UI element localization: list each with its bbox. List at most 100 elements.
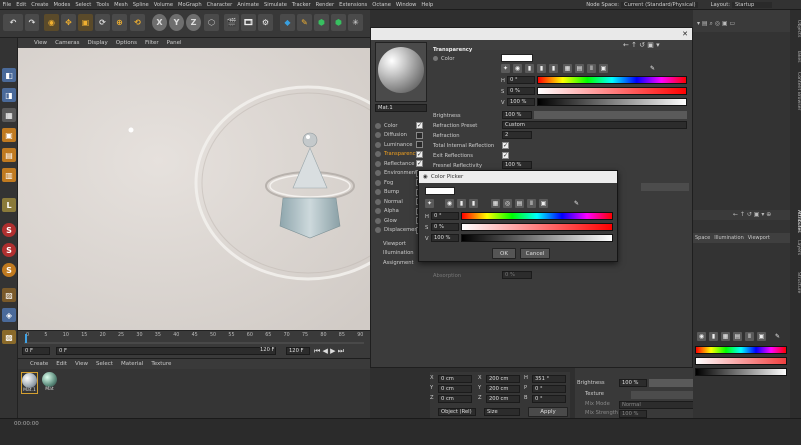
snap-settings-icon[interactable]: S xyxy=(2,243,16,257)
cloner-icon[interactable]: ⬢ xyxy=(331,14,346,31)
menu-window[interactable]: Window xyxy=(393,2,418,8)
apply-button[interactable]: Apply xyxy=(528,407,568,417)
material-editor-titlebar[interactable]: ✕ xyxy=(371,28,692,40)
polygons-mode-icon[interactable]: ▥ xyxy=(2,168,16,182)
vtab-takes[interactable]: Takes xyxy=(790,50,801,63)
render-view-icon[interactable]: 🎬 xyxy=(224,14,239,31)
material-swatch[interactable]: Mat xyxy=(41,372,58,394)
axis-x-button[interactable]: X xyxy=(152,14,167,31)
tab-viewport[interactable]: Viewport xyxy=(746,235,772,241)
menu-octane[interactable]: Octane xyxy=(370,2,394,8)
picker-icon[interactable]: ▣ xyxy=(539,199,548,208)
live-selection-icon[interactable]: ◉ xyxy=(44,14,59,31)
menu-animate[interactable]: Animate xyxy=(235,2,262,8)
absorption-field[interactable]: 0 % xyxy=(502,271,532,279)
brightness-slider[interactable] xyxy=(534,111,687,119)
attr-brightness-field[interactable]: 100 % xyxy=(619,379,647,387)
vtab-content-browser[interactable]: Content Browser xyxy=(790,72,801,110)
hsv-icon[interactable]: ▮ xyxy=(469,199,478,208)
subdivision-icon[interactable]: ⬢ xyxy=(314,14,329,31)
vtab-attributes[interactable]: Attributes xyxy=(790,210,801,233)
viewport-menu-cameras[interactable]: Cameras xyxy=(51,40,83,46)
coord-size-field[interactable]: 200 cm xyxy=(486,395,520,403)
viewport-menu-panel[interactable]: Panel xyxy=(163,40,186,46)
picker-icon[interactable]: ▣ xyxy=(757,332,766,341)
picker-hue-slider[interactable] xyxy=(461,212,613,220)
coord-pos-field[interactable]: 0 cm xyxy=(438,385,472,393)
picker-s-field[interactable]: 0 % xyxy=(431,223,459,231)
material-swatch[interactable]: Mat.1 xyxy=(21,372,38,394)
total-internal-checkbox[interactable]: ✓ xyxy=(502,142,509,149)
spectrum-icon[interactable]: ◉ xyxy=(697,332,706,341)
workplane-icon[interactable]: ▨ xyxy=(2,288,16,302)
picker-value-slider[interactable] xyxy=(461,234,613,242)
right-hue-slider[interactable] xyxy=(695,346,787,354)
rotate-icon[interactable]: ⟳ xyxy=(95,14,110,31)
rgb-icon[interactable]: ▮ xyxy=(709,332,718,341)
layout-select[interactable]: Startup xyxy=(732,1,773,8)
node-space-select[interactable]: Current (Standard/Physical) xyxy=(621,1,699,8)
material-preview[interactable] xyxy=(375,42,427,102)
mm-menu-create[interactable]: Create xyxy=(26,361,52,367)
mm-menu-material[interactable]: Material xyxy=(117,361,147,367)
channel-checkbox[interactable] xyxy=(416,141,423,148)
vtab-layers[interactable]: Layers xyxy=(790,240,801,255)
viewport-menu-filter[interactable]: Filter xyxy=(141,40,163,46)
swatches-icon[interactable]: ▤ xyxy=(575,64,584,73)
render-settings-icon[interactable]: ⚙ xyxy=(258,14,273,31)
kelvin-icon[interactable]: ▮ xyxy=(549,64,558,73)
material-name-field[interactable]: Mat.1 xyxy=(375,104,427,112)
attributes-nav-icon[interactable]: ← ↑ ↺ ▣ ▾ ⊕ xyxy=(733,211,771,218)
s-field[interactable]: 0 % xyxy=(507,87,535,95)
menu-extensions[interactable]: Extensions xyxy=(337,2,370,8)
coord-pos-field[interactable]: 0 cm xyxy=(438,375,472,383)
menu-edit[interactable]: Edit xyxy=(14,2,29,8)
menu-tracker[interactable]: Tracker xyxy=(289,2,313,8)
palette-icon[interactable]: Ⅱ xyxy=(587,64,596,73)
menu-modes[interactable]: Modes xyxy=(51,2,73,8)
tab-illumination[interactable]: Illumination xyxy=(712,235,746,241)
start-frame-field[interactable]: 0 F xyxy=(22,347,50,355)
transform-icon[interactable]: ⟲ xyxy=(130,14,145,31)
palette-icon[interactable]: ▤ xyxy=(515,199,524,208)
menu-volume[interactable]: Volume xyxy=(151,2,175,8)
spectrum-icon[interactable]: ◉ xyxy=(513,64,522,73)
points-mode-icon[interactable]: ▣ xyxy=(2,128,16,142)
v-field[interactable]: 100 % xyxy=(507,98,535,106)
menu-render[interactable]: Render xyxy=(313,2,336,8)
cube-icon[interactable]: ◆ xyxy=(280,14,295,31)
scale-icon[interactable]: ▣ xyxy=(78,14,93,31)
spectrum-icon[interactable]: ◉ xyxy=(445,199,454,208)
refraction-preset-select[interactable]: Custom xyxy=(502,121,687,129)
picker-saturation-slider[interactable] xyxy=(461,223,613,231)
axis-y-button[interactable]: Y xyxy=(169,14,184,31)
coord-rot-field[interactable]: 351 ° xyxy=(532,375,566,383)
attr-mix-strength-field[interactable]: 100 % xyxy=(619,410,647,418)
ok-button[interactable]: OK xyxy=(492,248,516,259)
vtab-structure[interactable]: Structure xyxy=(790,272,801,293)
menu-character[interactable]: Character xyxy=(204,2,235,8)
model-mode-icon[interactable]: ◨ xyxy=(2,88,16,102)
eyedropper-icon[interactable]: ✎ xyxy=(572,199,581,208)
vtab-objects[interactable]: Objects xyxy=(790,20,801,37)
mm-menu-edit[interactable]: Edit xyxy=(52,361,71,367)
menu-tools[interactable]: Tools xyxy=(94,2,112,8)
viewport-menu-display[interactable]: Display xyxy=(84,40,112,46)
menu-simulate[interactable]: Simulate xyxy=(261,2,289,8)
edges-mode-icon[interactable]: ▤ xyxy=(2,148,16,162)
viewport-menu-options[interactable]: Options xyxy=(112,40,141,46)
mixer-icon[interactable]: ▦ xyxy=(563,64,572,73)
recent-tools-icon[interactable]: ⊕ xyxy=(112,14,127,31)
render-picture-viewer-icon[interactable]: 🎞 xyxy=(241,14,256,31)
mixer-icon[interactable]: ▦ xyxy=(491,199,500,208)
deformer-icon[interactable]: ✳ xyxy=(348,14,363,31)
menu-spline[interactable]: Spline xyxy=(130,2,151,8)
pen-icon[interactable]: ✎ xyxy=(297,14,312,31)
viewport[interactable] xyxy=(18,48,370,330)
grid-icon[interactable]: ▩ xyxy=(2,330,16,344)
timeline-playhead[interactable] xyxy=(25,334,27,343)
saturation-slider[interactable] xyxy=(537,87,687,95)
snap-icon[interactable]: S xyxy=(2,223,16,237)
axis-mode-icon[interactable]: L xyxy=(2,198,16,212)
wheel-icon[interactable]: ✦ xyxy=(501,64,510,73)
